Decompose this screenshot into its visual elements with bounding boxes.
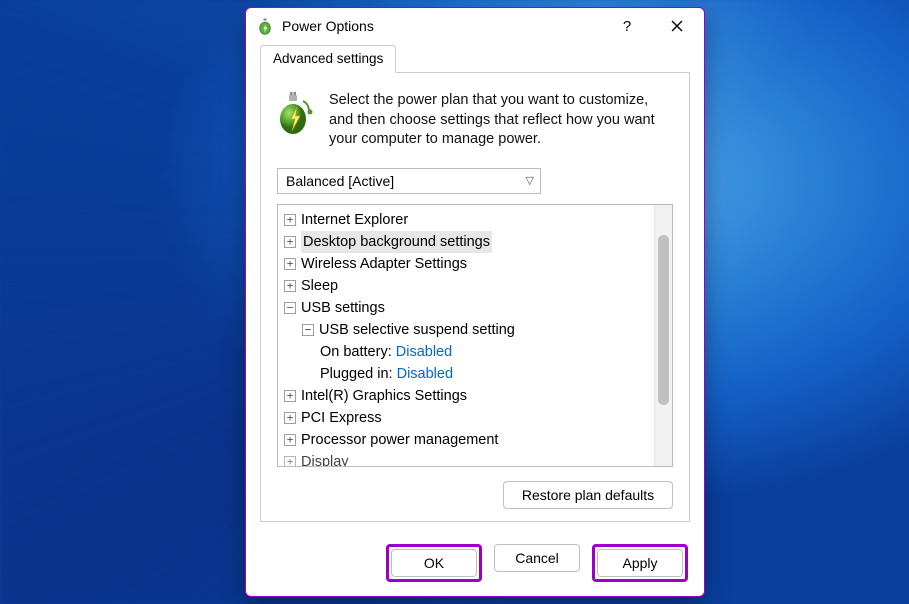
battery-power-icon (277, 91, 315, 135)
tree-item-pci-express[interactable]: +PCI Express (284, 407, 654, 429)
scrollbar-thumb[interactable] (658, 235, 669, 405)
titlebar: Power Options ? (246, 8, 704, 44)
tree-item-processor-power[interactable]: +Processor power management (284, 429, 654, 451)
dialog-footer: OK Cancel Apply (246, 534, 704, 596)
restore-defaults-button[interactable]: Restore plan defaults (503, 481, 673, 509)
expand-icon[interactable]: + (284, 258, 296, 270)
power-plan-selected: Balanced [Active] (286, 173, 394, 189)
expand-icon[interactable]: + (284, 456, 296, 466)
tree-item-sleep[interactable]: +Sleep (284, 275, 654, 297)
intro-text: Select the power plan that you want to c… (329, 91, 673, 150)
tree-item-display[interactable]: +Display (284, 451, 654, 466)
tree-item-internet-explorer[interactable]: +Internet Explorer (284, 209, 654, 231)
expand-icon[interactable]: + (284, 214, 296, 226)
expand-icon[interactable]: + (284, 236, 296, 248)
ok-button[interactable]: OK (391, 549, 477, 577)
tab-panel: Select the power plan that you want to c… (260, 72, 690, 522)
chevron-down-icon: ▽ (526, 174, 534, 187)
tree-item-desktop-background[interactable]: +Desktop background settings (284, 231, 654, 253)
highlight-ok: OK (386, 544, 482, 582)
tree-item-wireless-adapter[interactable]: +Wireless Adapter Settings (284, 253, 654, 275)
tree-item-usb-settings[interactable]: −USB settings (284, 297, 654, 319)
close-button[interactable] (656, 11, 698, 41)
tree-item-plugged-in[interactable]: Plugged in: Disabled (284, 363, 654, 385)
close-icon (671, 20, 683, 32)
tree-scrollbar[interactable] (654, 205, 672, 466)
restore-row: Restore plan defaults (277, 481, 673, 509)
window-title: Power Options (282, 18, 598, 34)
collapse-icon[interactable]: − (284, 302, 296, 314)
intro-row: Select the power plan that you want to c… (277, 91, 673, 150)
expand-icon[interactable]: + (284, 280, 296, 292)
on-battery-label: On battery: (320, 341, 392, 363)
plugged-in-label: Plugged in: (320, 363, 393, 385)
tree-item-on-battery[interactable]: On battery: Disabled (284, 341, 654, 363)
collapse-icon[interactable]: − (302, 324, 314, 336)
power-options-icon (256, 17, 274, 35)
desktop-wallpaper: Power Options ? Advanced settings (0, 0, 909, 604)
tab-strip: Advanced settings (246, 44, 704, 72)
power-options-dialog: Power Options ? Advanced settings (245, 7, 705, 597)
tab-advanced-settings[interactable]: Advanced settings (260, 45, 396, 73)
help-button[interactable]: ? (606, 11, 648, 41)
highlight-apply: Apply (592, 544, 688, 582)
tree-item-usb-selective-suspend[interactable]: −USB selective suspend setting (284, 319, 654, 341)
plugged-in-value[interactable]: Disabled (397, 363, 453, 385)
expand-icon[interactable]: + (284, 434, 296, 446)
settings-tree[interactable]: +Internet Explorer +Desktop background s… (278, 205, 654, 466)
tree-item-intel-graphics[interactable]: +Intel(R) Graphics Settings (284, 385, 654, 407)
settings-tree-container: +Internet Explorer +Desktop background s… (277, 204, 673, 467)
expand-icon[interactable]: + (284, 390, 296, 402)
on-battery-value[interactable]: Disabled (396, 341, 452, 363)
cancel-button[interactable]: Cancel (494, 544, 580, 572)
expand-icon[interactable]: + (284, 412, 296, 424)
power-plan-select[interactable]: Balanced [Active] ▽ (277, 168, 541, 194)
apply-button[interactable]: Apply (597, 549, 683, 577)
